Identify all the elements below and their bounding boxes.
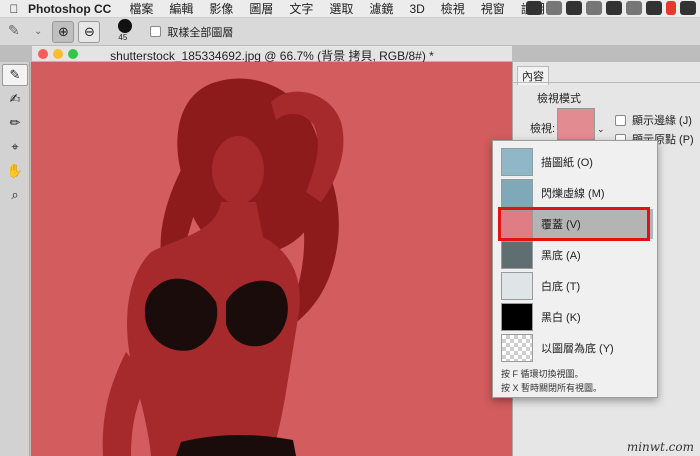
menu-edit[interactable]: 編輯 (161, 0, 201, 17)
view-option-label: 黑底 (A) (541, 250, 581, 262)
view-option-label: 描圖紙 (O) (541, 157, 593, 169)
hint-disable-views: 按 X 暫時關閉所有視圖。 (501, 383, 603, 393)
add-mode-icon[interactable]: ⊕ (52, 20, 75, 43)
lasso-icon[interactable]: ⌖ (2, 136, 28, 158)
menu-file[interactable]: 檔案 (121, 0, 161, 17)
menu-filter[interactable]: 濾鏡 (361, 0, 401, 17)
tray-icon[interactable] (626, 1, 642, 15)
tray-icon[interactable] (666, 1, 676, 15)
menu-view[interactable]: 檢視 (433, 0, 473, 17)
view-mode-menu: 描圖紙 (O) 閃爍虛線 (M) 覆蓋 (V) 黑底 (A) 白底 (T) 黑白… (492, 140, 658, 398)
view-option-on-black[interactable]: 黑底 (A) (501, 240, 653, 270)
menu-3d[interactable]: 3D (401, 2, 432, 16)
menu-bar:  Photoshop CC 檔案 編輯 影像 圖層 文字 選取 濾鏡 3D 檢… (0, 0, 700, 18)
tray-icon[interactable] (546, 1, 562, 15)
show-edge-checkbox[interactable] (615, 114, 626, 126)
view-option-onion-skin[interactable]: 描圖紙 (O) (501, 147, 653, 177)
brush-icon[interactable]: ✏ (2, 112, 28, 134)
status-tray (526, 1, 696, 15)
view-mode-thumbnail[interactable] (557, 108, 595, 140)
show-edge-label: 顯示邊緣 (J) (632, 115, 692, 127)
sample-all-layers-checkbox[interactable] (150, 26, 162, 37)
tray-icon[interactable] (646, 1, 662, 15)
brush-size-picker[interactable]: 45 (110, 18, 140, 45)
view-option-marching-ants[interactable]: 閃爍虛線 (M) (501, 178, 653, 208)
on-layers-thumbnail (501, 334, 533, 362)
view-option-label: 黑白 (K) (541, 312, 581, 324)
options-bar: ✎ ⌄ ⊕ ⊖ 45 取樣全部圖層 (0, 18, 700, 46)
view-label: 檢視: (530, 123, 556, 135)
menu-select[interactable]: 選取 (321, 0, 361, 17)
toolbox: ✎ ✍ ✏ ⌖ ✋ ⌕ (0, 62, 30, 456)
quick-selection-icon[interactable]: ✎ (2, 64, 28, 86)
selection-highlight (498, 207, 650, 241)
view-option-on-white[interactable]: 白底 (T) (501, 271, 653, 301)
overlay-photo (31, 62, 512, 456)
zoom-icon[interactable]: ⌕ (2, 184, 28, 206)
tray-icon[interactable] (586, 1, 602, 15)
watermark: minwt.com (626, 440, 694, 454)
marching-ants-thumbnail (501, 179, 533, 207)
on-white-thumbnail (501, 272, 533, 300)
on-black-thumbnail (501, 241, 533, 269)
brush-preview (118, 18, 133, 33)
chevron-down-icon[interactable]: ⌄ (34, 26, 42, 37)
view-option-label: 以圖層為底 (Y) (541, 343, 614, 355)
document-title-bar: shutterstock_185334692.jpg @ 66.7% (背景 拷… (32, 46, 512, 63)
canvas[interactable] (31, 62, 512, 456)
tray-icon[interactable] (606, 1, 622, 15)
menu-image[interactable]: 影像 (201, 0, 241, 17)
hint-cycle-views: 按 F 循環切換視圖。 (501, 369, 584, 379)
menu-window[interactable]: 視窗 (473, 0, 513, 17)
refine-brush-icon[interactable]: ✍ (2, 88, 28, 110)
menu-type[interactable]: 文字 (281, 0, 321, 17)
apple-icon[interactable]:  (0, 2, 28, 16)
chevron-down-icon[interactable]: ⌄ (597, 124, 605, 135)
sample-all-layers-label: 取樣全部圖層 (167, 26, 234, 39)
menu-layer[interactable]: 圖層 (241, 0, 281, 17)
show-edge-option[interactable]: 顯示邊緣 (J) (615, 112, 692, 128)
view-mode-heading: 檢視模式 (537, 93, 581, 105)
subtract-mode-icon[interactable]: ⊖ (78, 20, 101, 43)
view-option-on-layers[interactable]: 以圖層為底 (Y) (501, 333, 653, 363)
view-option-label: 閃爍虛線 (M) (541, 188, 605, 200)
view-option-label: 白底 (T) (541, 281, 581, 293)
hand-icon[interactable]: ✋ (2, 160, 28, 182)
black-white-thumbnail (501, 303, 533, 331)
brush-icon[interactable]: ✎ (8, 22, 34, 42)
sample-all-layers-option[interactable]: 取樣全部圖層 (150, 24, 233, 40)
tray-icon[interactable] (680, 1, 696, 15)
brush-size-value: 45 (118, 32, 128, 42)
view-option-black-white[interactable]: 黑白 (K) (501, 302, 653, 332)
divider (513, 82, 700, 83)
tray-icon[interactable] (566, 1, 582, 15)
tray-icon[interactable] (526, 1, 542, 15)
app-name-menu[interactable]: Photoshop CC (28, 2, 111, 16)
onion-skin-thumbnail (501, 148, 533, 176)
